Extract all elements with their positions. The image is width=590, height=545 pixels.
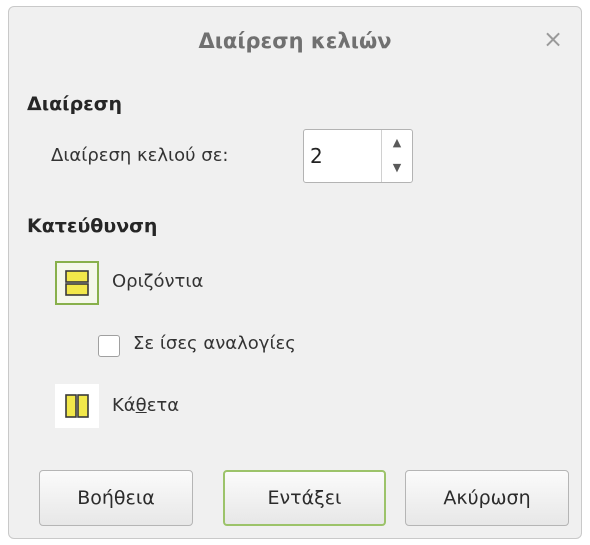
horizontal-split-icon <box>65 270 89 296</box>
split-section-heading: Διαίρεση <box>27 93 123 115</box>
equal-proportions-label[interactable]: Σε ίσες αναλογίες <box>133 333 296 354</box>
equal-proportions-checkbox[interactable] <box>98 335 120 357</box>
spin-up-icon[interactable]: ▲ <box>382 130 412 156</box>
vertical-option-button[interactable] <box>55 384 99 428</box>
vertical-label-post: ετα <box>146 395 180 416</box>
split-count-spinbox[interactable]: ▲ ▼ <box>303 129 413 183</box>
vertical-label-mnemonic: θ <box>135 395 147 416</box>
horizontal-option-button[interactable] <box>55 261 99 305</box>
spin-down-icon[interactable]: ▼ <box>382 155 412 181</box>
cancel-button[interactable]: Ακύρωση <box>405 470 569 526</box>
help-button[interactable]: Βοήθεια <box>39 470 193 526</box>
vertical-label-pre: Κά <box>112 395 136 416</box>
direction-section-heading: Κατεύθυνση <box>27 215 158 237</box>
title-bar[interactable]: Διαίρεση κελιών × <box>9 7 581 75</box>
horizontal-label[interactable]: Οριζόντια <box>112 271 203 292</box>
split-cells-dialog: Διαίρεση κελιών × Διαίρεση Διαίρεση κελι… <box>8 6 582 539</box>
vertical-label[interactable]: Κάθετα <box>112 395 179 416</box>
split-into-label: Διαίρεση κελιού σε: <box>51 145 229 166</box>
dialog-title: Διαίρεση κελιών <box>198 29 392 53</box>
close-icon[interactable]: × <box>539 25 567 53</box>
vertical-split-icon <box>65 394 89 418</box>
spin-arrows: ▲ ▼ <box>381 130 412 182</box>
split-count-input[interactable] <box>306 132 378 180</box>
ok-button[interactable]: Εντάξει <box>223 470 386 526</box>
